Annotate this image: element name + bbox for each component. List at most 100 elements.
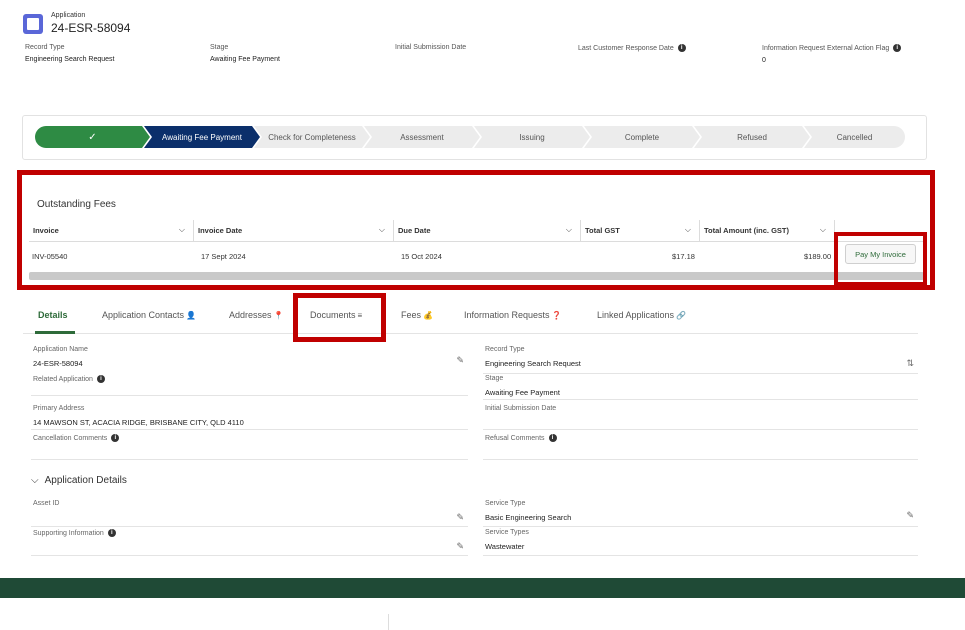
field-label: Stage [485,375,504,382]
header-field-last-response: Last Customer Response Date i [578,44,686,52]
field-value: 14 MAWSON ST, ACACIA RIDGE, BRISBANE CIT… [33,418,244,427]
field-label: Cancellation Comments [33,434,108,442]
path-step-awaiting-fee-payment[interactable]: Awaiting Fee Payment [144,126,260,148]
edit-pencil-icon[interactable]: ✎ [456,355,464,366]
record-number: 24-ESR-58094 [51,21,131,35]
edit-pencil-icon[interactable]: ✎ [906,510,914,521]
field-asset-id: Asset ID ✎ [31,500,468,527]
column-header-total-gst[interactable]: Total GST ⌵ [581,220,700,241]
pay-my-invoice-button[interactable]: Pay My Invoice [845,244,916,264]
header-field-label: Initial Submission Date [395,44,467,51]
path-step-check-for-completeness[interactable]: Check for Completeness [254,126,370,148]
chevron-down-icon[interactable]: ⌵ [179,225,185,235]
application-details-section-toggle[interactable]: ⌵ Application Details [31,475,127,486]
stage-path: ✓ Awaiting Fee Payment Check for Complet… [35,126,905,148]
field-service-types: Service Types Wastewater [483,529,918,556]
chevron-down-icon[interactable]: ⌵ [379,225,385,235]
header-field-stage: Stage Awaiting Fee Payment [210,44,280,63]
record-header: Application 24-ESR-58094 Record Type Eng… [0,0,965,110]
field-label: Initial Submission Date [485,405,557,412]
cell-total-gst: $17.18 [672,252,695,261]
outstanding-fees-highlight: Outstanding Fees Invoice ⌵ Invoice Date ⌵ … [17,170,935,290]
header-field-value: Engineering Search Request [25,56,115,63]
path-step-complete[interactable]: ✓ [35,126,150,148]
stage-path-card: ✓ Awaiting Fee Payment Check for Complet… [22,115,927,160]
money-bag-icon: 💰 [423,310,433,320]
tab-addresses[interactable]: Addresses 📍 [229,310,284,320]
field-label: Refusal Comments [485,434,545,442]
chevron-down-icon[interactable]: ⌵ [820,225,826,235]
field-primary-address: Primary Address 14 MAWSON ST, ACACIA RID… [31,405,468,430]
field-label: Service Type [485,500,526,507]
column-header-total-amount[interactable]: Total Amount (inc. GST) ⌵ [700,220,835,241]
column-header-invoice[interactable]: Invoice ⌵ [29,220,194,241]
cell-total-amount: $189.00 [804,252,832,261]
field-supporting-information: Supporting Information i ✎ [31,529,468,556]
header-field-label: Record Type [25,44,65,51]
info-icon[interactable]: i [548,434,557,442]
info-icon[interactable]: i [893,44,902,52]
chevron-down-icon[interactable]: ⌵ [685,225,691,235]
field-label: Record Type [485,346,525,353]
cell-invoice-date: 17 Sept 2024 [201,252,246,261]
record-tabs: Details Application Contacts 👤 Addresses 📍… [23,302,918,334]
table-row: INV-05540 17 Sept 2024 15 Oct 2024 $17.1… [29,242,924,270]
field-label: Related Application [33,375,93,383]
tab-information-requests[interactable]: Information Requests ❓ [464,310,562,320]
tab-application-contacts[interactable]: Application Contacts 👤 [102,310,196,320]
change-record-type-icon[interactable]: ⇅ [906,358,914,369]
documents-tab-highlight [293,293,386,342]
edit-pencil-icon[interactable]: ✎ [456,541,464,552]
contacts-icon: 👤 [186,310,197,320]
path-step-assessment[interactable]: Assessment [364,126,480,148]
field-label: Asset ID [33,500,60,507]
field-record-type: Record Type Engineering Search Request ⇅ [483,346,918,374]
info-icon[interactable]: i [677,44,686,52]
tab-fees[interactable]: Fees 💰 [401,310,433,320]
question-icon: ❓ [551,310,562,320]
header-field-value: 0 [762,57,766,64]
header-field-record-type: Record Type Engineering Search Request [25,44,115,63]
link-icon: 🔗 [676,310,687,320]
object-type-label: Application [51,12,86,19]
horizontal-scrollbar[interactable] [29,272,924,280]
header-field-initial-submission: Initial Submission Date [395,44,466,51]
column-header-due-date[interactable]: Due Date ⌵ [394,220,581,241]
field-value: 24-ESR-58094 [33,359,83,368]
info-icon[interactable]: i [107,529,116,537]
cell-due-date: 15 Oct 2024 [401,252,442,261]
fees-table: Invoice ⌵ Invoice Date ⌵ Due Date ⌵ Total G… [29,220,924,270]
section-title: Application Details [44,475,127,486]
fees-table-header: Invoice ⌵ Invoice Date ⌵ Due Date ⌵ Total G… [29,220,924,242]
field-label: Primary Address [33,405,85,412]
field-cancellation-comments: Cancellation Comments i [31,434,468,460]
path-step-complete[interactable]: Complete [584,126,700,148]
column-header-invoice-date[interactable]: Invoice Date ⌵ [194,220,394,241]
pay-invoice-highlight: Pay My Invoice [834,232,927,286]
field-service-type: Service Type Basic Engineering Search ✎ [483,500,918,527]
active-tab-indicator [35,331,75,334]
field-value: Engineering Search Request [485,359,581,368]
field-stage: Stage Awaiting Fee Payment [483,375,918,400]
tab-linked-applications[interactable]: Linked Applications 🔗 [597,310,686,320]
info-icon[interactable]: i [96,375,105,383]
info-icon[interactable]: i [111,434,120,442]
chevron-down-icon[interactable]: ⌵ [566,225,572,235]
divider [388,614,389,630]
path-step-issuing[interactable]: Issuing [474,126,590,148]
path-step-cancelled[interactable]: Cancelled [804,126,905,148]
field-application-name: Application Name 24-ESR-58094 ✎ Related … [31,346,468,396]
tab-details[interactable]: Details [38,310,68,320]
outstanding-fees-title: Outstanding Fees [37,199,116,210]
field-refusal-comments: Refusal Comments i [483,434,918,460]
footer-bar [0,578,965,598]
header-field-label: Information Request External Action Flag [762,44,890,52]
path-step-refused[interactable]: Refused [694,126,810,148]
edit-pencil-icon[interactable]: ✎ [456,512,464,523]
field-label: Application Name [33,346,88,353]
application-icon [23,14,43,34]
field-label: Supporting Information [33,529,104,537]
header-field-value: Awaiting Fee Payment [210,56,280,63]
header-field-label: Last Customer Response Date [578,44,674,52]
field-value: Awaiting Fee Payment [485,388,560,397]
